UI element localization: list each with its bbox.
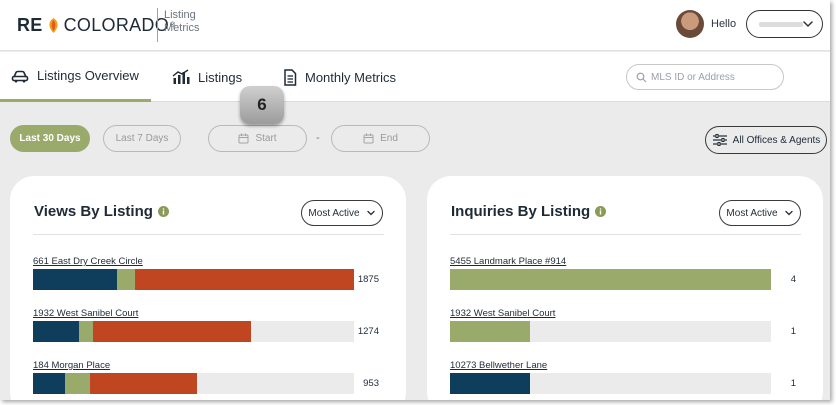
app-window: RE COLORADO ® Listing Metrics Hello List… — [0, 0, 830, 400]
bar-track — [33, 269, 354, 290]
search-box[interactable] — [626, 64, 784, 90]
redacted-username — [759, 22, 803, 27]
bar-chart-icon — [172, 69, 190, 84]
avatar[interactable] — [676, 10, 704, 38]
listing-address-link[interactable]: 10273 Bellwether Lane — [450, 360, 547, 371]
search-icon — [636, 72, 647, 82]
last-30-days-button[interactable]: Last 30 Days — [10, 125, 90, 152]
listing-count-value: 1875 — [357, 274, 379, 285]
app-title: Listing Metrics — [164, 9, 200, 34]
top-header: RE COLORADO ® Listing Metrics Hello — [0, 0, 830, 51]
sort-label: Most Active — [726, 207, 778, 219]
calendar-icon — [363, 133, 374, 144]
chevron-down-icon — [784, 210, 793, 216]
bar-segment-rust — [93, 321, 251, 342]
start-date-field[interactable]: Start — [208, 125, 307, 152]
listing-count-value: 953 — [363, 378, 379, 389]
listing-address-link[interactable]: 5455 Landmark Place #914 — [450, 256, 566, 267]
info-icon[interactable] — [157, 206, 169, 217]
bar-track — [33, 321, 354, 342]
tab-listings-overview[interactable]: Listings Overview — [0, 52, 151, 102]
document-icon — [284, 68, 297, 86]
last-7-days-button[interactable]: Last 7 Days — [103, 125, 181, 152]
tab-label: Listings — [198, 69, 243, 85]
divider — [450, 234, 801, 235]
end-date-field[interactable]: End — [331, 125, 430, 152]
bar-segment-rust — [90, 373, 197, 394]
bar-segment-navy — [33, 321, 79, 342]
bar-segment-olive — [450, 321, 530, 342]
step-number-badge: 6 — [240, 86, 284, 124]
chevron-down-icon — [366, 210, 375, 216]
header-divider — [157, 8, 158, 42]
listing-address-link[interactable]: 184 Morgan Place — [33, 360, 110, 371]
listing-address-link[interactable]: 1932 West Sanibel Court — [450, 308, 555, 319]
divider — [33, 234, 384, 235]
listing-address-link[interactable]: 661 East Dry Creek Circle — [33, 256, 143, 267]
views-by-listing-card: Views By Listing Most Active 661 East Dr… — [10, 176, 406, 400]
brand-right: COLORADO — [63, 15, 170, 35]
card-title: Inquiries By Listing — [451, 203, 607, 220]
offices-agents-filter-button[interactable]: All Offices & Agents — [705, 126, 827, 154]
chevron-down-icon — [803, 21, 813, 28]
bar-segment-olive — [450, 269, 771, 290]
leaf-logo-icon — [48, 18, 58, 33]
info-icon[interactable] — [595, 206, 607, 217]
user-menu-select[interactable] — [746, 10, 823, 38]
listing-address-link[interactable]: 1932 West Sanibel Court — [33, 308, 138, 319]
bar-segment-olive — [65, 373, 90, 394]
card-title: Views By Listing — [34, 203, 169, 220]
tab-listings[interactable]: Listings — [172, 52, 242, 102]
sort-select[interactable]: Most Active — [719, 200, 801, 226]
search-input[interactable] — [651, 71, 781, 83]
end-label: End — [380, 133, 398, 144]
listing-count-value: 1 — [790, 378, 796, 389]
bar-segment-olive — [79, 321, 93, 342]
tab-label: Listings Overview — [37, 68, 139, 83]
sort-select[interactable]: Most Active — [301, 200, 383, 226]
bar-segment-navy — [450, 373, 530, 394]
calendar-icon — [238, 133, 249, 144]
greeting: Hello — [711, 18, 737, 30]
offices-label: All Offices & Agents — [732, 134, 821, 146]
recolorado-logo[interactable]: RE COLORADO ® — [17, 15, 176, 36]
date-separator: - — [316, 132, 320, 144]
bar-segment-rust — [135, 269, 354, 290]
filter-sliders-icon — [712, 134, 727, 146]
listing-count-value: 4 — [790, 274, 796, 285]
listing-count-value: 1 — [790, 326, 796, 337]
sort-label: Most Active — [308, 207, 360, 219]
bar-segment-navy — [33, 373, 65, 394]
bar-track — [33, 373, 354, 394]
tab-monthly-metrics[interactable]: Monthly Metrics — [283, 52, 396, 102]
bar-segment-olive — [117, 269, 135, 290]
start-label: Start — [255, 133, 277, 144]
car-icon — [11, 70, 29, 82]
bar-track — [450, 269, 771, 290]
tab-label: Monthly Metrics — [305, 69, 397, 85]
listing-count-value: 1274 — [357, 326, 379, 337]
card-title-text: Views By Listing — [34, 203, 153, 220]
card-title-text: Inquiries By Listing — [451, 203, 591, 220]
bar-segment-navy — [33, 269, 117, 290]
bar-track — [450, 321, 771, 342]
brand-left: RE — [17, 15, 43, 35]
inquiries-by-listing-card: Inquiries By Listing Most Active 5455 La… — [427, 176, 823, 400]
tab-bar: Listings Overview Listings Monthly Metri… — [0, 52, 830, 102]
bar-track — [450, 373, 771, 394]
